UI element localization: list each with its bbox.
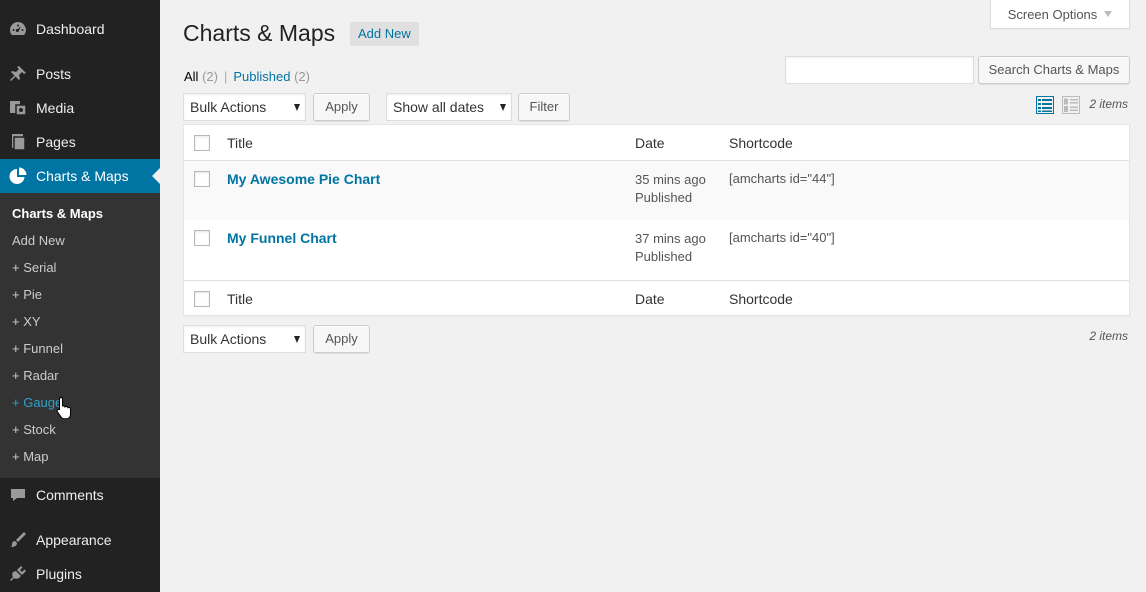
submenu-item-xy[interactable]: + XY bbox=[12, 314, 41, 330]
brush-icon bbox=[0, 523, 36, 557]
column-footer-title[interactable]: Title bbox=[227, 290, 253, 308]
status-filter-links: All (2) | Published (2) bbox=[184, 69, 310, 85]
row-status: Published bbox=[635, 190, 693, 205]
plug-icon bbox=[0, 557, 36, 591]
submenu-item-funnel[interactable]: + Funnel bbox=[12, 341, 63, 357]
select-all-checkbox[interactable] bbox=[194, 135, 210, 151]
table-row: My Awesome Pie Chart 35 mins ago Publish… bbox=[184, 161, 1129, 220]
menu-label: Charts & Maps bbox=[36, 168, 129, 184]
submenu-item-pie[interactable]: + Pie bbox=[12, 287, 42, 303]
charts-table: Title Date Shortcode My Awesome Pie Char… bbox=[183, 124, 1130, 316]
menu-item-pages[interactable]: Pages bbox=[0, 125, 160, 159]
row-date: 37 mins ago Published bbox=[635, 230, 706, 266]
submenu-item-charts-maps[interactable]: Charts & Maps bbox=[12, 206, 103, 222]
row-date-ago: 35 mins ago bbox=[635, 172, 706, 187]
row-checkbox[interactable] bbox=[194, 171, 210, 187]
menu-item-dashboard[interactable]: Dashboard bbox=[0, 12, 160, 46]
menu-label: Appearance bbox=[36, 532, 112, 548]
pin-icon bbox=[0, 57, 36, 91]
row-status: Published bbox=[635, 249, 693, 264]
caret-down-icon bbox=[294, 104, 300, 111]
row-title-link[interactable]: My Awesome Pie Chart bbox=[227, 170, 380, 188]
row-shortcode: [amcharts id="44"] bbox=[729, 171, 835, 186]
admin-sidebar: Dashboard Posts Media Pages Charts & Map… bbox=[0, 0, 160, 592]
media-icon bbox=[0, 91, 36, 125]
menu-label: Pages bbox=[36, 134, 76, 150]
submenu-item-add-new[interactable]: Add New bbox=[12, 233, 65, 249]
menu-item-charts-maps[interactable]: Charts & Maps bbox=[0, 159, 160, 193]
menu-item-plugins[interactable]: Plugins bbox=[0, 557, 160, 591]
list-view-icon[interactable] bbox=[1036, 96, 1054, 114]
pages-icon bbox=[0, 125, 36, 159]
charts-submenu: Charts & Maps Add New + Serial + Pie + X… bbox=[0, 193, 160, 478]
comment-icon bbox=[0, 478, 36, 512]
select-all-checkbox-bottom[interactable] bbox=[194, 291, 210, 307]
filter-published-label: Published bbox=[233, 69, 291, 84]
menu-label: Media bbox=[36, 100, 75, 116]
bulk-actions-value: Bulk Actions bbox=[190, 331, 267, 347]
items-count-bottom: 2 items bbox=[1089, 329, 1128, 343]
row-title-link[interactable]: My Funnel Chart bbox=[227, 229, 337, 247]
apply-button-top[interactable]: Apply bbox=[313, 93, 370, 121]
filter-all-label: All bbox=[184, 69, 199, 84]
row-checkbox[interactable] bbox=[194, 230, 210, 246]
caret-down-icon bbox=[500, 104, 506, 111]
date-filter-select[interactable]: Show all dates bbox=[386, 93, 512, 121]
table-footer-row: Title Date Shortcode bbox=[184, 280, 1129, 316]
screen-options-label: Screen Options bbox=[1007, 6, 1098, 22]
bulk-actions-select-bottom[interactable]: Bulk Actions bbox=[183, 325, 306, 353]
search-button[interactable]: Search Charts & Maps bbox=[978, 56, 1130, 84]
filter-all[interactable]: All (2) bbox=[184, 69, 218, 84]
menu-label: Comments bbox=[36, 487, 104, 503]
caret-down-icon bbox=[1104, 11, 1113, 17]
page-title: Charts & Maps bbox=[183, 20, 336, 46]
search-input[interactable] bbox=[785, 56, 974, 84]
screen-options-button[interactable]: Screen Options bbox=[990, 0, 1130, 29]
date-filter-value: Show all dates bbox=[393, 99, 485, 115]
row-date: 35 mins ago Published bbox=[635, 171, 706, 207]
menu-label: Dashboard bbox=[36, 21, 105, 37]
menu-item-comments[interactable]: Comments bbox=[0, 478, 160, 512]
column-header-title[interactable]: Title bbox=[227, 134, 253, 152]
table-header-row: Title Date Shortcode bbox=[184, 125, 1129, 161]
filter-published-count: (2) bbox=[294, 69, 310, 84]
column-header-date[interactable]: Date bbox=[635, 134, 665, 152]
dashboard-icon bbox=[0, 12, 36, 46]
column-footer-shortcode: Shortcode bbox=[729, 291, 793, 307]
menu-item-media[interactable]: Media bbox=[0, 91, 160, 125]
column-footer-date[interactable]: Date bbox=[635, 290, 665, 308]
submenu-item-map[interactable]: + Map bbox=[12, 449, 49, 465]
hand-cursor-icon bbox=[56, 396, 71, 420]
menu-item-appearance[interactable]: Appearance bbox=[0, 523, 160, 557]
submenu-item-stock[interactable]: + Stock bbox=[12, 422, 56, 438]
pie-chart-icon bbox=[0, 159, 36, 193]
bulk-actions-value: Bulk Actions bbox=[190, 99, 267, 115]
filter-published[interactable]: Published (2) bbox=[233, 69, 310, 84]
submenu-item-serial[interactable]: + Serial bbox=[12, 260, 56, 276]
row-date-ago: 37 mins ago bbox=[635, 231, 706, 246]
bulk-actions-select-top[interactable]: Bulk Actions bbox=[183, 93, 306, 121]
menu-label: Posts bbox=[36, 66, 72, 82]
excerpt-view-icon[interactable] bbox=[1062, 96, 1080, 114]
add-new-button[interactable]: Add New bbox=[350, 22, 419, 46]
submenu-item-radar[interactable]: + Radar bbox=[12, 368, 59, 384]
apply-button-bottom[interactable]: Apply bbox=[313, 325, 370, 353]
table-row: My Funnel Chart 37 mins ago Published [a… bbox=[184, 220, 1129, 280]
items-count-top: 2 items bbox=[1089, 97, 1128, 111]
filter-all-count: (2) bbox=[202, 69, 218, 84]
menu-item-posts[interactable]: Posts bbox=[0, 57, 160, 91]
filter-button[interactable]: Filter bbox=[518, 93, 570, 121]
menu-label: Plugins bbox=[36, 566, 82, 582]
row-shortcode: [amcharts id="40"] bbox=[729, 230, 835, 245]
submenu-item-gauge[interactable]: + Gauge bbox=[12, 395, 62, 411]
column-header-shortcode: Shortcode bbox=[729, 135, 793, 151]
filter-separator: | bbox=[223, 69, 228, 84]
caret-down-icon bbox=[294, 336, 300, 343]
